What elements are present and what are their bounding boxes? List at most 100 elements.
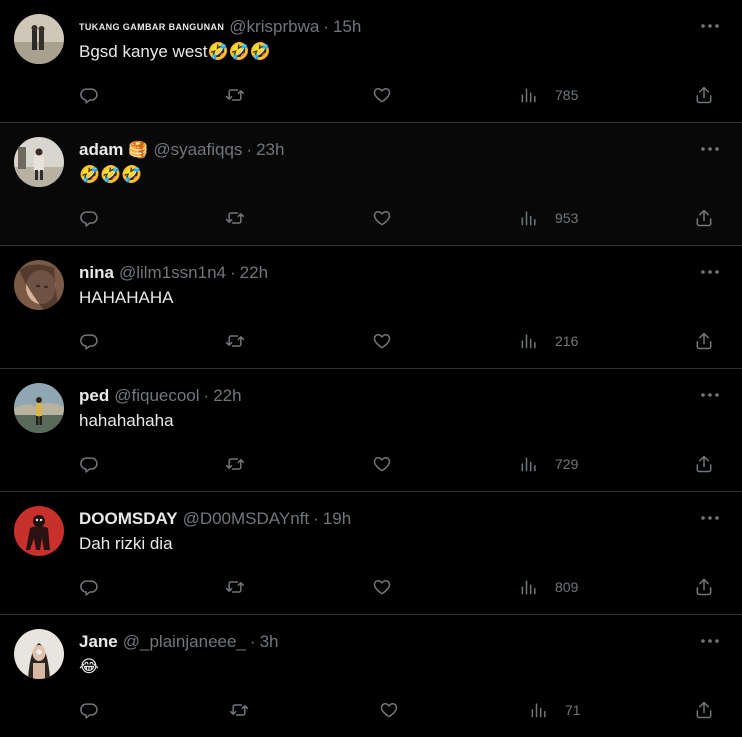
- more-dots-icon[interactable]: [698, 506, 722, 530]
- reply-button[interactable]: [79, 698, 99, 722]
- like-button[interactable]: [372, 329, 392, 353]
- tweet-header: Jane @_plainjaneee_ · 3h: [79, 631, 278, 653]
- user-handle[interactable]: @syaafiqqs: [153, 140, 242, 160]
- tweet-text: Bgsd kanye west🤣🤣🤣: [79, 42, 272, 61]
- avatar[interactable]: [14, 383, 64, 433]
- tweet-header: DOOMSDAY @D00MSDAYnft · 19h: [79, 508, 351, 530]
- heart-icon: [373, 211, 391, 226]
- views-chart-icon: [521, 211, 536, 226]
- retweet-icon: [225, 581, 245, 593]
- display-name[interactable]: Jane: [79, 632, 118, 652]
- user-handle[interactable]: @krisprbwa: [229, 17, 319, 37]
- views-chart-icon: [521, 580, 536, 595]
- views-button[interactable]: 71: [529, 698, 581, 722]
- retweet-button[interactable]: [225, 83, 245, 107]
- like-button[interactable]: [372, 83, 392, 107]
- tweet[interactable]: TUKANG GAMBAR BANGUNAN @krisprbwa · 15h …: [0, 0, 742, 123]
- views-button[interactable]: 729: [519, 452, 578, 476]
- reply-icon: [80, 580, 98, 596]
- more-dots-icon[interactable]: [698, 260, 722, 284]
- timestamp[interactable]: 22h: [213, 386, 241, 406]
- reply-button[interactable]: [79, 452, 99, 476]
- user-handle[interactable]: @_plainjaneee_: [123, 632, 246, 652]
- action-bar: 953: [79, 206, 719, 230]
- reply-button[interactable]: [79, 83, 99, 107]
- like-button[interactable]: [372, 575, 392, 599]
- tweet[interactable]: nina @lilm1ssn1n4 · 22h HAHAHAHA 216: [0, 246, 742, 369]
- tweet[interactable]: ped @fiquecool · 22h hahahahaha 729: [0, 369, 742, 492]
- tweet[interactable]: DOOMSDAY @D00MSDAYnft · 19h Dah rizki di…: [0, 492, 742, 615]
- share-icon: [696, 332, 712, 350]
- views-button[interactable]: 809: [519, 575, 578, 599]
- retweet-button[interactable]: [225, 329, 245, 353]
- tweet-header: TUKANG GAMBAR BANGUNAN @krisprbwa · 15h: [79, 16, 361, 38]
- more-dots-icon[interactable]: [698, 383, 722, 407]
- avatar[interactable]: [14, 137, 64, 187]
- retweet-icon: [225, 458, 245, 470]
- retweet-button[interactable]: [225, 452, 245, 476]
- like-button[interactable]: [372, 452, 392, 476]
- views-button[interactable]: 216: [519, 329, 578, 353]
- user-handle[interactable]: @D00MSDAYnft: [183, 509, 310, 529]
- views-button[interactable]: 785: [519, 83, 578, 107]
- heart-icon: [380, 703, 398, 718]
- avatar[interactable]: [14, 506, 64, 556]
- display-name[interactable]: adam: [79, 140, 123, 160]
- reply-button[interactable]: [79, 206, 99, 230]
- tweet-header: adam 🥞 @syaafiqqs · 23h: [79, 139, 284, 161]
- share-icon: [696, 455, 712, 473]
- avatar[interactable]: [14, 260, 64, 310]
- timestamp[interactable]: 15h: [333, 17, 361, 37]
- retweet-icon: [225, 335, 245, 347]
- reply-icon: [80, 703, 98, 719]
- retweet-icon: [229, 704, 249, 716]
- display-name[interactable]: nina: [79, 263, 114, 283]
- tweet[interactable]: adam 🥞 @syaafiqqs · 23h 🤣🤣🤣 953: [0, 123, 742, 246]
- timestamp[interactable]: 19h: [323, 509, 351, 529]
- share-button[interactable]: [694, 452, 714, 476]
- tweet-header: nina @lilm1ssn1n4 · 22h: [79, 262, 268, 284]
- share-button[interactable]: [694, 698, 714, 722]
- more-dots-icon[interactable]: [698, 629, 722, 653]
- views-chart-icon: [531, 703, 546, 718]
- share-button[interactable]: [694, 83, 714, 107]
- retweet-button[interactable]: [229, 698, 249, 722]
- retweet-button[interactable]: [225, 206, 245, 230]
- avatar[interactable]: [14, 14, 64, 64]
- display-name[interactable]: TUKANG GAMBAR BANGUNAN: [79, 22, 224, 32]
- heart-icon: [373, 88, 391, 103]
- share-button[interactable]: [694, 206, 714, 230]
- view-count: 809: [555, 579, 579, 595]
- reply-icon: [80, 211, 98, 227]
- share-button[interactable]: [694, 329, 714, 353]
- avatar[interactable]: [14, 629, 64, 679]
- reply-icon: [80, 88, 98, 104]
- like-button[interactable]: [372, 206, 392, 230]
- action-bar: 71: [79, 698, 719, 722]
- retweet-button[interactable]: [225, 575, 245, 599]
- more-dots-icon[interactable]: [698, 137, 722, 161]
- timestamp[interactable]: 3h: [260, 632, 279, 652]
- views-chart-icon: [521, 88, 536, 103]
- user-handle[interactable]: @fiquecool: [114, 386, 199, 406]
- separator: ·: [203, 386, 210, 405]
- more-dots-icon[interactable]: [698, 14, 722, 38]
- like-button[interactable]: [379, 698, 399, 722]
- share-button[interactable]: [694, 575, 714, 599]
- views-chart-icon: [521, 334, 536, 349]
- views-button[interactable]: 953: [519, 206, 578, 230]
- separator: ·: [249, 632, 256, 651]
- reply-button[interactable]: [79, 329, 99, 353]
- action-bar: 729: [79, 452, 719, 476]
- action-bar: 216: [79, 329, 719, 353]
- tweet-text: 🤣🤣🤣: [79, 165, 143, 184]
- display-name[interactable]: ped: [79, 386, 109, 406]
- reply-button[interactable]: [79, 575, 99, 599]
- tweet-text: 😂: [79, 657, 99, 676]
- tweet[interactable]: Jane @_plainjaneee_ · 3h 😂 71: [0, 615, 742, 737]
- user-handle[interactable]: @lilm1ssn1n4: [119, 263, 226, 283]
- tweet-text: hahahahaha: [79, 411, 174, 430]
- timestamp[interactable]: 22h: [240, 263, 268, 283]
- display-name[interactable]: DOOMSDAY: [79, 509, 178, 529]
- timestamp[interactable]: 23h: [256, 140, 284, 160]
